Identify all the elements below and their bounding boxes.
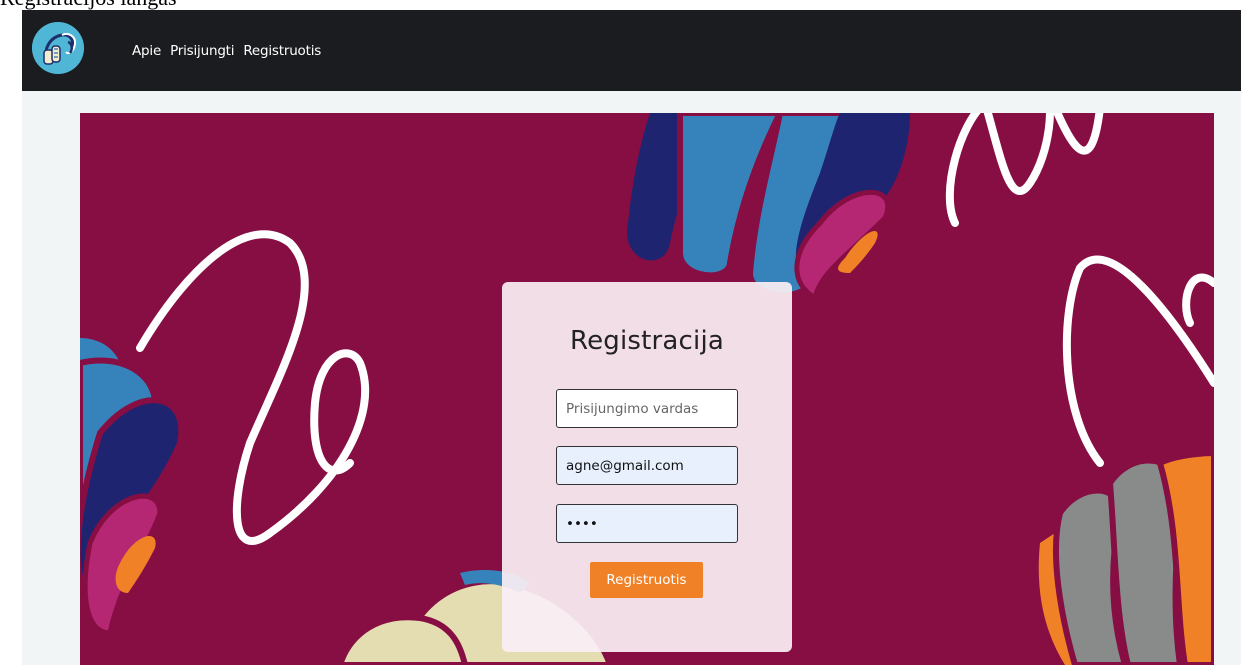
email-input[interactable] — [556, 446, 738, 485]
username-input[interactable] — [556, 389, 738, 428]
headphones-logo-icon[interactable] — [32, 22, 84, 74]
registration-card: Registracija Registruotis — [502, 282, 792, 652]
nav-links: Apie Prisijungti Registruotis — [132, 10, 321, 91]
stripe-cluster-right — [1038, 449, 1214, 665]
page-caption: Registracijos langas — [0, 0, 177, 10]
register-button[interactable]: Registruotis — [590, 562, 703, 598]
stripe-cluster-top — [627, 113, 910, 302]
password-input[interactable] — [556, 504, 738, 543]
form-title: Registracija — [569, 326, 725, 356]
nav-link-apie[interactable]: Apie — [132, 43, 161, 59]
page: Registracijos langas Apie Prisijungti Re… — [0, 0, 1241, 665]
nav-link-registruotis[interactable]: Registruotis — [243, 43, 321, 59]
stripe-cluster-left — [80, 338, 185, 636]
nav-link-prisijungti[interactable]: Prisijungti — [170, 43, 234, 59]
navbar: Apie Prisijungti Registruotis — [22, 10, 1241, 91]
